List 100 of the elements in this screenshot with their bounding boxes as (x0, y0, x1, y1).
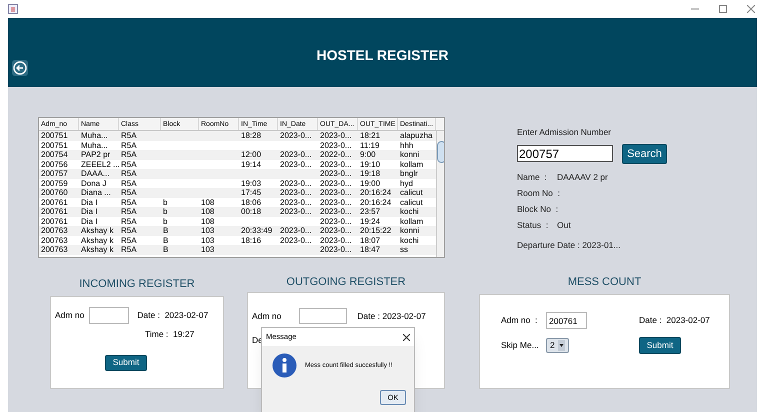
search-button[interactable]: Search (622, 144, 667, 164)
field-label: Adm no (252, 310, 282, 322)
detail-label: Block No : (517, 203, 557, 216)
table-cell-text: 2023-0... (280, 160, 313, 169)
adm-no-field[interactable]: 200761 (546, 312, 587, 329)
table-cell-text: 20:15:22 (360, 226, 392, 236)
table-cell-text: 20:33:49 (241, 226, 274, 236)
detail-label: Room No : (517, 187, 557, 200)
table-cell-text: 200754 (41, 150, 69, 160)
table-cell-text: 2023-0... (320, 160, 353, 169)
table-cell-text: B (163, 236, 170, 245)
table-cell-text: 2023-0... (320, 188, 353, 198)
table-cell-text: hhh (400, 140, 414, 150)
table-cell-text: 18:06 (241, 198, 262, 207)
table-cell-text: 200761 (41, 207, 69, 216)
table-cell-text: 17:45 (241, 188, 262, 198)
table-cell-text: Akshay k (81, 236, 114, 245)
section-title: MESS COUNT (568, 275, 642, 288)
table-cell-text: 20:16:24 (360, 198, 392, 207)
table-cell-text: 2023-0... (280, 207, 313, 216)
table-cell-text: R5A (121, 150, 138, 160)
table-cell-text: PAP2 pr (81, 150, 112, 160)
table-cell-text: kochi (400, 236, 420, 245)
table-cell-text: 2023-0... (280, 236, 313, 245)
table-cell-text: konni (400, 226, 420, 236)
table-cell-text: 2023-0... (280, 131, 313, 140)
adm-no-field[interactable] (89, 307, 130, 324)
table-cell-text: 200756 (41, 160, 69, 169)
table-cell-text: 19:00 (360, 178, 382, 188)
table-cell-text: 2023-0... (320, 140, 353, 150)
table-cell-text: 18:21 (360, 131, 382, 140)
table-cell-text: 20:16:24 (360, 188, 392, 198)
table-cell-text: Muha... (81, 131, 109, 140)
table-cell-text: kollam (400, 160, 424, 169)
table-cell-text: calicut (400, 188, 424, 198)
table-cell-text: 200761 (41, 198, 69, 207)
table-cell-text: 200751 (41, 131, 69, 140)
table-cell-text: konni (400, 150, 420, 160)
table-cell-text: 2022-0... (320, 150, 353, 160)
table-cell-text: 2023-0... (320, 198, 353, 207)
table-cell-text: 200759 (41, 178, 69, 188)
table-cell-text: R5A (121, 140, 138, 150)
table-cell-text: B (163, 226, 170, 236)
section-title: INCOMING REGISTER (79, 277, 195, 290)
detail-label: Name : (517, 171, 548, 184)
table-cell-text: 108 (201, 216, 216, 226)
table-cell-text: b (163, 216, 168, 226)
detail-value: Out (557, 219, 571, 232)
table-cell-text: 103 (201, 226, 216, 236)
table-cell-text: 2023-0... (320, 216, 353, 226)
section-title: OUTGOING REGISTER (286, 275, 406, 288)
adm-no-field[interactable] (299, 308, 348, 324)
table-cell-text: bnglr (400, 169, 419, 178)
close-icon[interactable] (403, 334, 410, 340)
table-cell-text: R5A (121, 226, 138, 236)
table-cell-text: 200763 (41, 245, 69, 254)
date-text: Date : 2023-02-07 (357, 310, 426, 322)
table-cell-text: R5A (121, 169, 138, 178)
table-cell-text: Akshay k (81, 226, 114, 236)
maximize-icon[interactable] (719, 5, 727, 13)
submit-button[interactable]: Submit (639, 337, 681, 354)
table-cell-text: R5A (121, 188, 138, 198)
table-cell-text: 18:47 (360, 245, 382, 254)
table-cell-text: 18:16 (241, 236, 262, 245)
table-cell-text: alapuzha (400, 131, 434, 140)
table-cell-text: 200763 (41, 226, 69, 236)
date-text: Date : 2023-02-07 (639, 314, 710, 327)
table-cell-text: 2023-0... (320, 245, 353, 254)
table-cell-text: R5A (121, 236, 138, 245)
table-cell-text: calicut (400, 198, 424, 207)
table-cell-text: 108 (201, 207, 216, 216)
table-cell-text: 103 (201, 236, 216, 245)
table-cell-text: R5A (121, 207, 138, 216)
table-cell-text: 23:57 (360, 207, 382, 216)
table-cell-text: R5A (121, 198, 138, 207)
table-cell-text: 9:00 (360, 150, 377, 160)
skip-meal-dropdown[interactable]: 2 (546, 338, 569, 353)
table-cell-text: 200760 (41, 188, 69, 198)
info-icon (272, 353, 297, 378)
field-label: Enter Admission Number (517, 126, 612, 139)
table-cell-text: 2023-0... (280, 188, 313, 198)
table-cell-text: 2023-0... (280, 226, 313, 236)
table-cell-text: hyd (400, 178, 414, 188)
table-cell-text: 2023-0... (320, 226, 353, 236)
departure-date: Departure Date : 2023-01... (517, 238, 622, 252)
table-cell-text: B (163, 245, 170, 254)
table-cell-text: 200761 (41, 216, 69, 226)
table-cell-text: 18:28 (241, 131, 262, 140)
back-arrow-icon[interactable] (12, 60, 28, 76)
table-cell: ZEEEL2 ... (81, 160, 117, 169)
field-label: Skip Me... (501, 339, 540, 352)
table-cell-text: 2023-0... (280, 178, 313, 188)
table-cell-text: R5A (121, 131, 138, 140)
scrollbar[interactable] (436, 131, 444, 257)
app-icon (8, 4, 18, 14)
admission-number-field[interactable]: 200757 (517, 145, 613, 162)
table-cell-text: Akshay k (81, 245, 114, 254)
table-cell-text: 2023-0... (280, 198, 313, 207)
submit-button[interactable]: Submit (105, 354, 147, 371)
table-cell-text: R5A (121, 178, 138, 188)
